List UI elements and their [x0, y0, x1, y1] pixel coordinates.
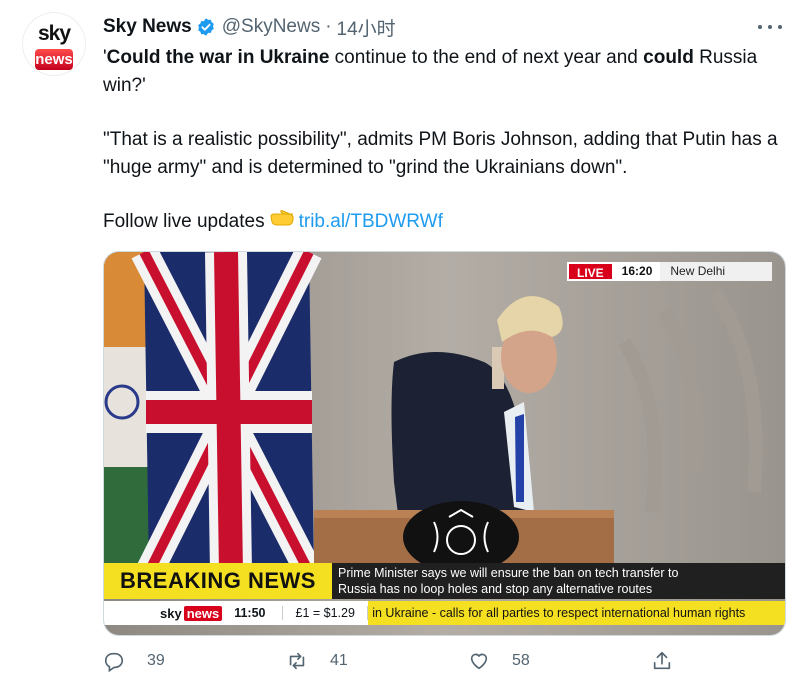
live-label: LIVE: [567, 262, 614, 281]
text-span: continue to the end of next year and: [329, 47, 644, 68]
more-icon[interactable]: [758, 18, 782, 36]
broadcast-location: New Delhi: [660, 262, 773, 281]
tweet-link[interactable]: trib.al/TBDWRWf: [299, 211, 443, 232]
ticker-logo: sky news: [160, 605, 223, 621]
like-icon: [470, 653, 488, 670]
bold-phrase-1: Could the war in Ukraine: [106, 47, 330, 68]
ticker-crawl: in Ukraine - calls for all parties to re…: [368, 601, 785, 625]
tweet-timestamp[interactable]: 14小时: [337, 14, 396, 41]
account-name[interactable]: Sky News: [103, 16, 192, 38]
tweet-actions: 39 41 58: [103, 650, 703, 680]
verified-badge-icon: [197, 18, 214, 36]
headline-line-2: Russia has no loop holes and stop any al…: [338, 582, 653, 596]
tweet-paragraph-2: "That is a realistic possibility", admit…: [103, 129, 778, 178]
account-handle[interactable]: @SkyNews: [222, 16, 320, 38]
retweet-icon: [289, 652, 305, 670]
ticker-logo-sky: sky: [160, 605, 182, 621]
live-indicator: LIVE 16:20 New Delhi: [567, 262, 773, 281]
like-button[interactable]: 58: [468, 650, 530, 672]
tweet-card[interactable]: sky news Sky News @SkyNews · 14小时 'Could…: [0, 0, 802, 696]
like-count: 58: [512, 652, 530, 669]
news-ticker: sky news 11:50 £1 = $1.29 in Ukraine - c…: [104, 601, 785, 625]
reply-button[interactable]: 39: [103, 650, 165, 672]
broadcast-clock: 16:20: [613, 262, 661, 281]
tweet-paragraph-1: 'Could the war in Ukraine continue to th…: [103, 44, 793, 100]
reply-icon: [104, 652, 124, 672]
retweet-count: 41: [330, 652, 348, 669]
avatar-news-text: news: [35, 49, 73, 70]
tweet-text: 'Could the war in Ukraine continue to th…: [103, 44, 793, 237]
news-headline: Prime Minister says we will ensure the b…: [332, 563, 785, 599]
share-button[interactable]: [651, 650, 673, 672]
avatar-sky-text: sky: [37, 22, 71, 45]
pointing-hand-emoji: [269, 209, 295, 237]
bold-phrase-2: could: [643, 47, 694, 68]
tweet-paragraph-3: Follow live updates trib.al/TBDWRWf: [103, 208, 793, 237]
ticker-logo-news: news: [183, 605, 223, 621]
reply-count: 39: [147, 652, 165, 669]
follow-text: Follow live updates: [103, 211, 265, 232]
tweet-header: Sky News @SkyNews · 14小时: [103, 14, 396, 41]
share-icon: [653, 651, 671, 670]
video-player[interactable]: LIVE 16:20 New Delhi BREAKING NEWS Prime…: [103, 251, 786, 636]
separator-dot: ·: [325, 16, 332, 37]
breaking-news-label: BREAKING NEWS: [104, 563, 332, 599]
headline-line-1: Prime Minister says we will ensure the b…: [338, 566, 679, 580]
ticker-time: 11:50: [234, 606, 266, 620]
avatar[interactable]: sky news: [22, 12, 86, 76]
retweet-button[interactable]: 41: [286, 650, 348, 672]
ticker-exchange-rate: £1 = $1.29: [282, 606, 369, 620]
